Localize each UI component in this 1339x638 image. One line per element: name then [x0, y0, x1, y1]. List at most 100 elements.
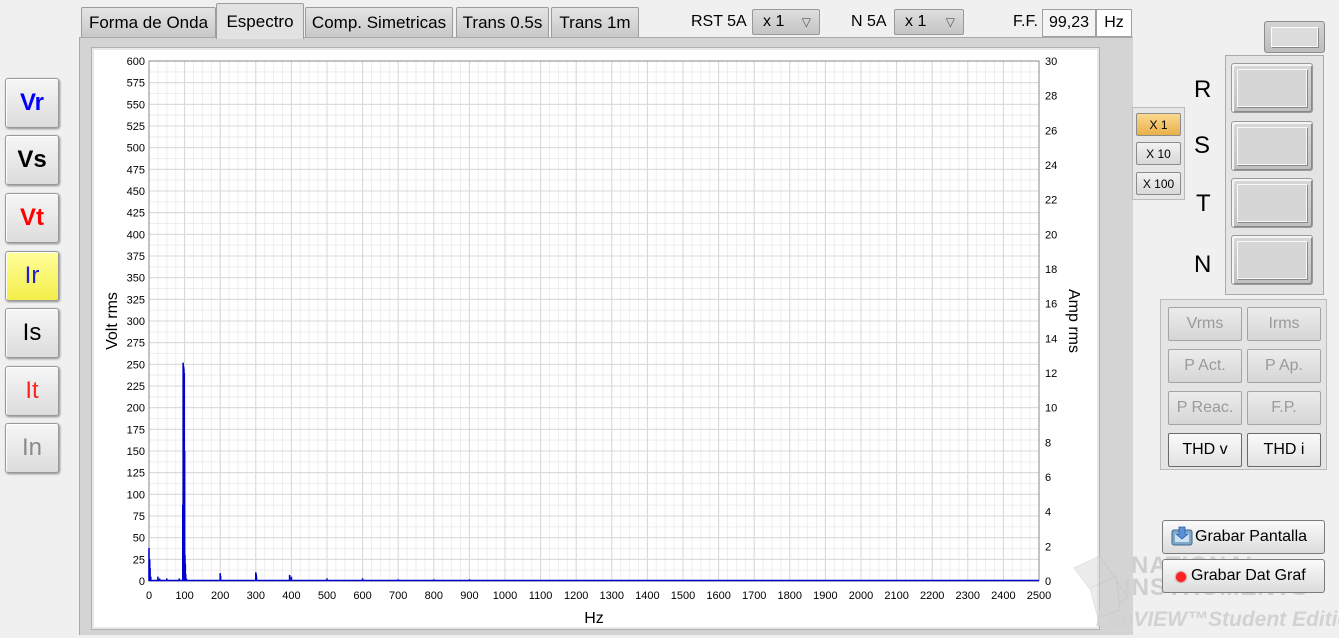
phase-indicator-s [1231, 121, 1313, 171]
save-data-button[interactable]: Grabar Dat Graf [1162, 559, 1325, 593]
button-label: P Act. [1184, 357, 1226, 374]
y-tick-label: 250 [127, 359, 145, 371]
x-tick-label: 500 [318, 590, 336, 602]
y-tick-label: 150 [127, 446, 145, 458]
tab-label: Trans 1m [559, 12, 631, 32]
button-label: P Ap. [1265, 357, 1303, 374]
y-tick-label: 375 [127, 251, 145, 263]
multiplier-x10-button[interactable]: X 10 [1136, 142, 1181, 165]
phase-indicator-r [1231, 63, 1313, 113]
x-tick-label: 0 [146, 590, 152, 602]
x-tick-label: 1900 [813, 590, 837, 602]
y-tick-label: 125 [127, 468, 145, 480]
x-tick-label: 300 [247, 590, 265, 602]
y2-tick-label: 20 [1045, 229, 1057, 241]
dropdown-arrow-icon: ▽ [801, 15, 811, 29]
rst-range-select[interactable]: x 1 ▽ [752, 9, 820, 35]
chart-frame: 0 100 200 300 400 500 600 700 800 900 1000 1100 1200… [91, 47, 1100, 630]
tab-trans-1m[interactable]: Trans 1m [551, 7, 639, 37]
status-box [1264, 21, 1325, 53]
thd-i-button[interactable]: THD i [1247, 433, 1321, 467]
multiplier-x100-button[interactable]: X 100 [1136, 172, 1181, 195]
x-tick-label: 2000 [849, 590, 873, 602]
y-tick-label: 50 [133, 533, 145, 545]
x-tick-label: 400 [282, 590, 300, 602]
status-indicator [1271, 27, 1318, 47]
y-tick-label: 325 [127, 294, 145, 306]
x-tick-label: 1100 [529, 590, 553, 602]
y-tick-label: 350 [127, 273, 145, 285]
x-tick-label: 2100 [884, 590, 908, 602]
record-led-icon [1176, 572, 1186, 582]
y-axis-label: Volt rms [104, 292, 121, 350]
rst-range-value: x 1 [763, 13, 785, 30]
vrms-button[interactable]: Vrms [1168, 307, 1242, 341]
y-tick-label: 200 [127, 403, 145, 415]
y-tick-label: 475 [127, 164, 145, 176]
multiplier-label: X 10 [1146, 146, 1171, 161]
y2-tick-label: 22 [1045, 195, 1057, 207]
y2-tick-label: 28 [1045, 91, 1057, 103]
save-data-label: Grabar Dat Graf [1191, 567, 1306, 584]
y2-tick-label: 30 [1045, 56, 1057, 68]
channel-button-vt[interactable]: Vt [5, 193, 59, 243]
p-act-button[interactable]: P Act. [1168, 349, 1242, 383]
p-reac-button[interactable]: P Reac. [1168, 391, 1242, 425]
multiplier-label: X 1 [1149, 117, 1168, 132]
y-tick-label: 500 [127, 143, 145, 155]
multiplier-x1-button[interactable]: X 1 [1136, 113, 1181, 136]
ff-unit: Hz [1104, 14, 1124, 31]
x-tick-label: 1600 [706, 590, 730, 602]
dropdown-arrow-icon: ▽ [945, 15, 955, 29]
channel-button-vr[interactable]: Vr [5, 78, 59, 128]
tab-label: Espectro [226, 11, 294, 31]
x-tick-label: 200 [211, 590, 229, 602]
button-label: Irms [1268, 315, 1300, 332]
tab-label: Trans 0.5s [462, 12, 543, 32]
button-label: THD i [1263, 441, 1305, 458]
y2-tick-label: 24 [1045, 160, 1057, 172]
thd-v-button[interactable]: THD v [1168, 433, 1242, 467]
channel-label-vs: Vs [17, 146, 47, 173]
y2-tick-label: 10 [1045, 403, 1057, 415]
p-ap-button[interactable]: P Ap. [1247, 349, 1321, 383]
n-range-select[interactable]: x 1 ▽ [894, 9, 964, 35]
tab-label: Forma de Onda [88, 12, 209, 32]
x-tick-label: 100 [175, 590, 193, 602]
fp-button[interactable]: F.P. [1247, 391, 1321, 425]
irms-button[interactable]: Irms [1247, 307, 1321, 341]
tab-espectro[interactable]: Espectro [216, 3, 304, 39]
save-screen-button[interactable]: Grabar Pantalla [1162, 520, 1325, 554]
x-tick-label: 2200 [920, 590, 944, 602]
y2-tick-label: 6 [1045, 472, 1051, 484]
y-tick-label: 300 [127, 316, 145, 328]
x-tick-label: 1300 [600, 590, 624, 602]
y-tick-label: 75 [133, 511, 145, 523]
x-tick-label: 2300 [956, 590, 980, 602]
y-tick-label: 425 [127, 208, 145, 220]
n-range-value: x 1 [905, 13, 927, 30]
x-axis-label: Hz [584, 610, 604, 627]
tab-comp-simetricas[interactable]: Comp. Simetricas [305, 7, 453, 37]
tab-forma-de-onda[interactable]: Forma de Onda [81, 7, 216, 37]
ff-unit-display: Hz [1096, 9, 1132, 37]
y2-tick-label: 2 [1045, 541, 1051, 553]
channel-button-in[interactable]: In [5, 423, 59, 473]
channel-button-ir[interactable]: Ir [5, 251, 59, 301]
y-tick-label: 400 [127, 229, 145, 241]
channel-label-it: It [25, 377, 39, 404]
channel-button-it[interactable]: It [5, 366, 59, 416]
tab-trans-05s[interactable]: Trans 0.5s [456, 7, 549, 37]
phase-indicator-t [1231, 178, 1313, 228]
multiplier-label: X 100 [1142, 176, 1175, 191]
x-tick-label: 800 [425, 590, 443, 602]
tab-label: Comp. Simetricas [311, 12, 447, 32]
ff-value-display: 99,23 [1042, 9, 1096, 37]
channel-label-in: In [21, 434, 42, 461]
channel-button-is[interactable]: Is [5, 308, 59, 358]
x-tick-label: 2500 [1027, 590, 1051, 602]
y-tick-label: 175 [127, 424, 145, 436]
channel-button-vs[interactable]: Vs [5, 135, 59, 185]
phase-label-s: S [1194, 132, 1211, 159]
y-tick-label: 550 [127, 99, 145, 111]
